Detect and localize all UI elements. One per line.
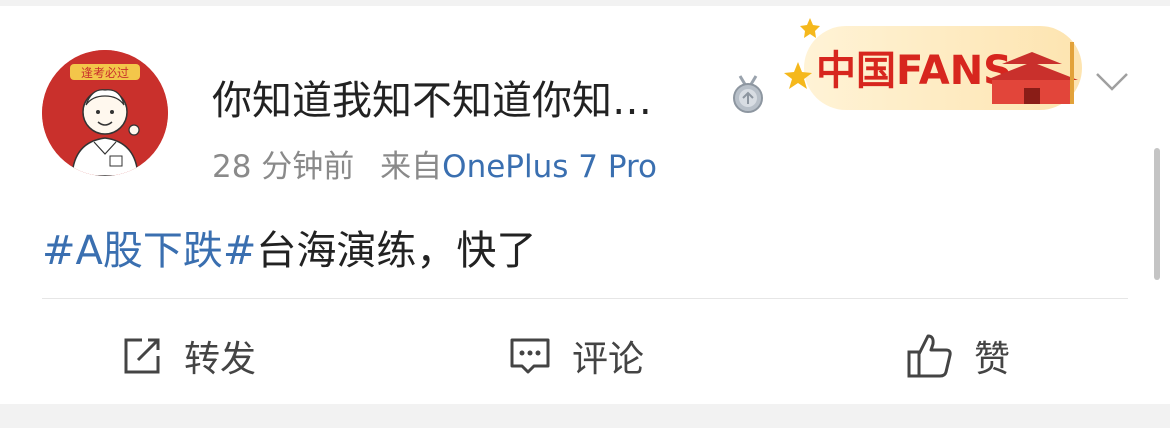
- thumbs-up-icon: [907, 334, 952, 378]
- avatar-caption: 逢考必过: [81, 66, 129, 80]
- post-content: #A股下跌#台海演练，快了: [42, 218, 536, 276]
- comment-button[interactable]: 评论: [508, 328, 644, 384]
- divider: [42, 298, 1128, 299]
- like-label: 赞: [974, 339, 1011, 380]
- chevron-down-icon[interactable]: [1094, 70, 1130, 94]
- medal-icon[interactable]: [730, 74, 766, 114]
- post-time: 28 分钟前: [212, 149, 355, 185]
- share-icon: [124, 338, 160, 374]
- repost-label: 转发: [184, 339, 257, 380]
- post-meta: 28 分钟前 来自OnePlus 7 Pro: [212, 141, 657, 186]
- repost-button[interactable]: 转发: [120, 328, 256, 384]
- weibo-post-card: 逢考必过 你知道我知不知道你知… 28 分钟前 来自OnePlus 7 Pro: [0, 6, 1170, 404]
- comment-label: 评论: [572, 339, 645, 380]
- topic-link[interactable]: #A股下跌#: [42, 228, 256, 274]
- from-label: 来自: [380, 149, 443, 185]
- username[interactable]: 你知道我知不知道你知…: [212, 68, 652, 126]
- device-link[interactable]: OnePlus 7 Pro: [442, 149, 657, 185]
- banner-text: 中国FANS: [816, 48, 1012, 94]
- post-text: 台海演练，快了: [256, 228, 537, 274]
- avatar[interactable]: 逢考必过: [42, 50, 168, 176]
- like-button[interactable]: 赞: [906, 328, 1010, 384]
- fans-badge-banner[interactable]: 中国FANS: [780, 10, 1090, 120]
- scrollbar[interactable]: [1154, 148, 1160, 280]
- comment-icon: [510, 338, 550, 374]
